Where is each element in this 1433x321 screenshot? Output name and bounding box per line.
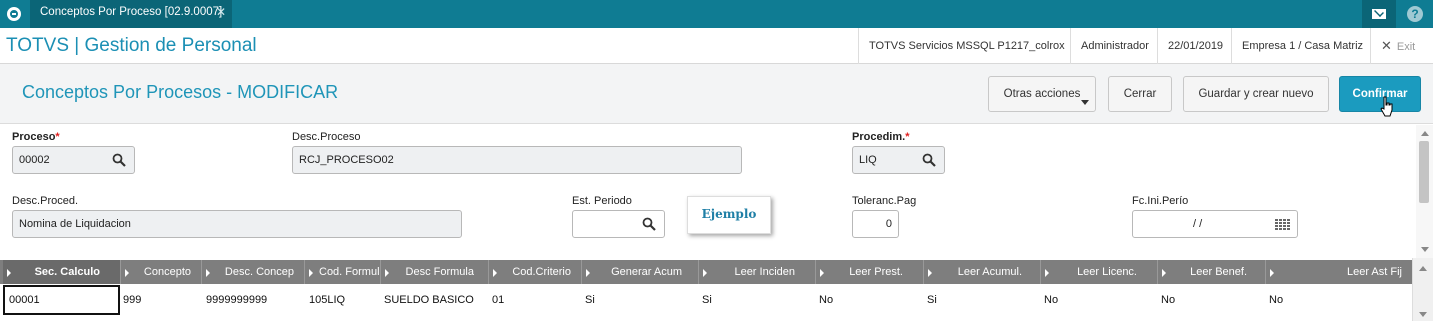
search-icon[interactable] (112, 153, 126, 167)
proceso-value: 00002 (19, 154, 50, 166)
desc-proceso-field[interactable]: RCJ_PROCESO02 (292, 146, 742, 174)
help-icon[interactable]: ? (1397, 0, 1433, 28)
user-info: Administrador (1070, 28, 1159, 64)
est-periodo-label: Est. Periodo (572, 195, 632, 207)
procedim-label: Procedim.* (852, 131, 910, 143)
other-actions-button[interactable]: Otras acciones (988, 76, 1096, 112)
column-arrow-icon (586, 269, 590, 277)
est-periodo-field[interactable] (572, 210, 665, 238)
fc-ini-perio-value: / / (1193, 218, 1203, 230)
hand-cursor-icon (1380, 96, 1393, 117)
tab-close-icon[interactable]: ✕ (216, 5, 226, 19)
tab-label: Conceptos Por Proceso [02.9.0007] (40, 6, 223, 18)
col-header-concepto[interactable]: Concepto (121, 260, 202, 284)
other-actions-label: Otras acciones (1003, 88, 1081, 100)
cell-leer-inciden[interactable]: Si (697, 285, 816, 315)
column-arrow-icon (1162, 269, 1166, 277)
cell-cod-criterio[interactable]: 01 (487, 285, 582, 315)
app-brand: TOTVS | Gestion de Personal (6, 35, 257, 56)
scroll-up-icon[interactable] (1419, 266, 1427, 271)
form-scrollbar[interactable] (1416, 125, 1433, 258)
exit-button[interactable]: ✕ Exit (1370, 28, 1433, 64)
calendar-icon[interactable] (1275, 219, 1291, 231)
cell-leer-prest[interactable]: No (814, 285, 924, 315)
tab-conceptos-por-proceso[interactable]: Conceptos Por Proceso [02.9.0007] ✕ (30, 0, 232, 28)
desc-proceso-label: Desc.Proceso (292, 131, 361, 143)
grid-scrollbar[interactable] (1412, 258, 1433, 321)
desc-proceso-value: RCJ_PROCESO02 (299, 154, 394, 166)
col-header-sec-calculo[interactable]: Sec. Calculo (3, 260, 121, 284)
cell-sec-calculo[interactable]: 00001 (3, 285, 120, 315)
column-arrow-icon (928, 269, 932, 277)
totvs-logo-icon[interactable] (0, 0, 28, 28)
cell-desc-concep[interactable]: 9999999999 (201, 285, 305, 315)
cell-concepto[interactable]: 999 (118, 285, 202, 315)
toleranc-pag-label: Toleranc.Pag (852, 195, 917, 207)
col-header-leer-benef[interactable]: Leer Benef. (1158, 260, 1266, 284)
column-arrow-icon (385, 269, 389, 277)
proceso-label: Proceso* (12, 131, 60, 143)
procedim-field[interactable]: LIQ (852, 146, 945, 174)
cell-leer-acumul[interactable]: Si (922, 285, 1041, 315)
desc-proced-label: Desc.Proced. (12, 195, 79, 207)
close-icon: ✕ (1381, 38, 1392, 53)
desc-proced-field[interactable]: Nomina de Liquidacion (12, 210, 462, 238)
concepts-grid: Sec. Calculo Concepto Desc. Concep Cod. … (0, 258, 1433, 321)
scroll-down-icon[interactable] (1421, 247, 1429, 252)
cell-leer-benef[interactable]: No (1156, 285, 1266, 315)
fc-ini-perio-field[interactable]: / / (1132, 210, 1298, 238)
column-arrow-icon (206, 269, 210, 277)
scroll-up-icon[interactable] (1421, 131, 1429, 136)
page-title: Conceptos Por Procesos - MODIFICAR (22, 82, 339, 102)
column-arrow-icon (7, 269, 11, 277)
save-and-new-button[interactable]: Guardar y crear nuevo (1183, 76, 1329, 112)
top-bar: Conceptos Por Proceso [02.9.0007] ✕ ? (0, 0, 1433, 28)
col-header-cod-formula[interactable]: Cod. Formula (305, 260, 381, 284)
cell-cod-formula[interactable]: 105LIQ (304, 285, 381, 315)
cell-desc-formula[interactable]: SUELDO BASICO (379, 285, 489, 315)
col-header-leer-prest[interactable]: Leer Prest. (816, 260, 924, 284)
close-button[interactable]: Cerrar (1108, 76, 1172, 112)
mail-icon[interactable] (1362, 0, 1396, 28)
procedim-value: LIQ (859, 154, 877, 166)
scroll-down-icon[interactable] (1419, 312, 1427, 317)
server-info: TOTVS Servicios MSSQL P1217_colrox (858, 28, 1075, 64)
column-arrow-icon (1045, 269, 1049, 277)
grid-header: Sec. Calculo Concepto Desc. Concep Cod. … (0, 260, 1412, 284)
col-header-leer-licenc[interactable]: Leer Licenc. (1041, 260, 1158, 284)
fc-ini-perio-label: Fc.Ini.Perío (1132, 195, 1189, 207)
col-header-leer-ast-fij[interactable]: Leer Ast Fij (1266, 260, 1412, 284)
desc-proced-value: Nomina de Liquidacion (19, 218, 131, 230)
cell-leer-licenc[interactable]: No (1039, 285, 1158, 315)
column-arrow-icon (703, 269, 707, 277)
cell-generar-acum[interactable]: Si (580, 285, 699, 315)
column-arrow-icon (493, 269, 497, 277)
col-header-generar-acum[interactable]: Generar Acum (582, 260, 699, 284)
table-row[interactable]: 00001 999 9999999999 105LIQ SUELDO BASIC… (0, 285, 1412, 315)
col-header-leer-inciden[interactable]: Leer Inciden (699, 260, 816, 284)
app-header: TOTVS | Gestion de Personal TOTVS Servic… (0, 28, 1433, 64)
form-header: Conceptos Por Procesos - MODIFICAR Otras… (0, 64, 1433, 124)
date-info: 22/01/2019 (1157, 28, 1233, 64)
exit-label: Exit (1396, 41, 1416, 53)
caret-down-icon (1081, 100, 1089, 105)
toleranc-pag-field[interactable]: 0 (852, 210, 899, 238)
column-arrow-icon (820, 269, 824, 277)
col-header-cod-criterio[interactable]: Cod.Criterio (489, 260, 582, 284)
col-header-leer-acumul[interactable]: Leer Acumul. (924, 260, 1041, 284)
search-icon[interactable] (642, 217, 656, 231)
col-header-desc-formula[interactable]: Desc Formula (381, 260, 489, 284)
column-arrow-icon (125, 269, 129, 277)
column-arrow-icon (309, 269, 313, 277)
proceso-field[interactable]: 00002 (12, 146, 135, 174)
cell-leer-ast-fij[interactable]: No (1264, 285, 1412, 315)
company-info: Empresa 1 / Casa Matriz (1231, 28, 1373, 64)
column-arrow-icon (1270, 269, 1274, 277)
scroll-thumb[interactable] (1419, 141, 1429, 203)
col-header-desc-concep[interactable]: Desc. Concep (202, 260, 305, 284)
ejemplo-callout: Ejemplo (687, 196, 771, 234)
toleranc-pag-value: 0 (885, 218, 892, 230)
search-icon[interactable] (922, 153, 936, 167)
